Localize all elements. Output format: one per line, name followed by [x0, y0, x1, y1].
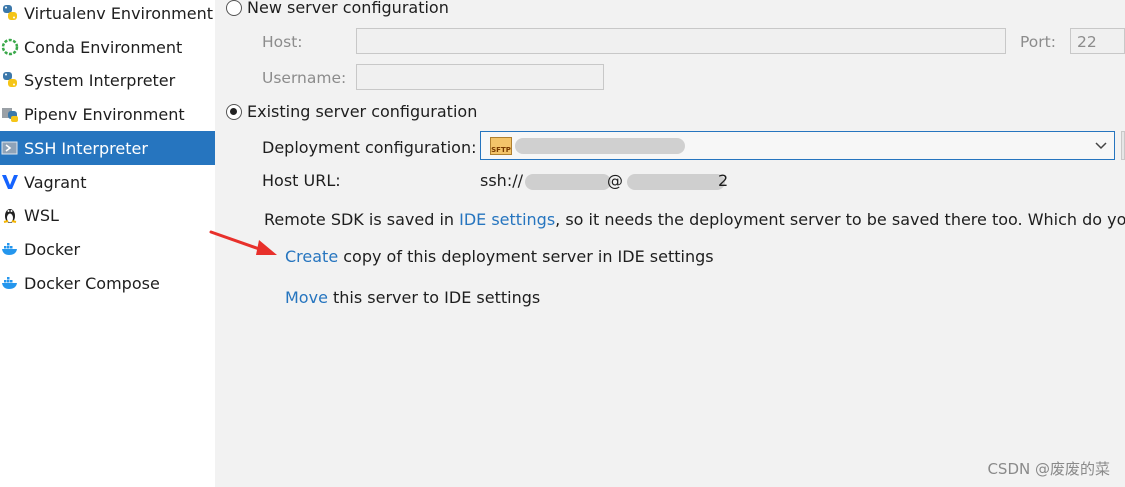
sidebar-item-label: Docker Compose	[24, 273, 160, 293]
sidebar-item-ssh-interpreter[interactable]: SSH Interpreter	[0, 131, 215, 165]
sidebar-item-system-interpreter[interactable]: System Interpreter	[0, 63, 215, 97]
create-link[interactable]: Create	[285, 247, 338, 266]
host-url-prefix: ssh://	[480, 171, 523, 190]
host-url-suffix: 2	[718, 171, 729, 190]
host-label: Host:	[262, 33, 303, 51]
sidebar-item-wsl[interactable]: WSL	[0, 198, 215, 232]
username-label: Username:	[262, 69, 347, 87]
ide-settings-link[interactable]: IDE settings	[459, 210, 555, 229]
new-server-radio[interactable]	[226, 0, 242, 16]
host-url-label: Host URL:	[262, 171, 341, 190]
sftp-icon: SFTP	[490, 137, 512, 155]
sidebar-item-label: Conda Environment	[24, 37, 183, 57]
redacted-deployment-name	[515, 138, 685, 154]
create-copy-option: Create copy of this deployment server in…	[285, 247, 714, 266]
pipenv-icon	[0, 104, 20, 124]
host-url-at: @	[607, 171, 623, 190]
annotation-arrow-icon	[209, 230, 277, 255]
new-server-label: New server configuration	[247, 0, 449, 17]
remote-sdk-message: Remote SDK is saved in IDE settings, so …	[264, 210, 1125, 229]
chevron-down-icon	[1094, 138, 1108, 156]
sidebar-item-label: System Interpreter	[24, 70, 176, 90]
docker-icon	[0, 239, 20, 259]
sidebar-item-label: SSH Interpreter	[24, 138, 148, 158]
sidebar-item-label: Virtualenv Environment	[24, 3, 213, 23]
sidebar-item-docker[interactable]: Docker	[0, 232, 215, 266]
python-icon	[0, 70, 20, 90]
sidebar-item-vagrant[interactable]: Vagrant	[0, 165, 215, 199]
move-link[interactable]: Move	[285, 288, 328, 307]
python-icon	[0, 3, 20, 23]
sidebar-item-label: Pipenv Environment	[24, 104, 185, 124]
vagrant-icon	[0, 172, 20, 192]
ssh-icon	[0, 138, 20, 158]
sidebar-item-docker-compose[interactable]: Docker Compose	[0, 266, 215, 300]
port-label: Port:	[1020, 33, 1056, 51]
existing-server-label: Existing server configuration	[247, 102, 478, 121]
ssh-interpreter-panel: New server configuration Host: Port: 22 …	[215, 0, 1125, 487]
username-input[interactable]	[356, 64, 604, 90]
sidebar-item-label: Docker	[24, 239, 81, 259]
sidebar-item-virtualenv[interactable]: Virtualenv Environment	[0, 0, 215, 30]
redacted-username	[525, 174, 611, 190]
watermark: CSDN @废废的菜	[987, 460, 1110, 478]
sidebar-item-label: Vagrant	[24, 172, 87, 192]
move-server-option: Move this server to IDE settings	[285, 288, 541, 307]
sidebar-item-label: WSL	[24, 205, 59, 225]
docker-icon	[0, 273, 20, 293]
port-input[interactable]: 22	[1070, 28, 1125, 54]
host-input[interactable]	[356, 28, 1006, 54]
interpreter-type-list: Virtualenv Environment Conda Environment…	[0, 0, 215, 487]
redacted-host	[627, 174, 725, 190]
sidebar-item-conda[interactable]: Conda Environment	[0, 30, 215, 64]
conda-icon	[0, 37, 20, 57]
sidebar-item-pipenv[interactable]: Pipenv Environment	[0, 97, 215, 131]
linux-penguin-icon	[0, 205, 20, 225]
configure-deployment-button[interactable]	[1121, 131, 1125, 160]
deployment-configuration-label: Deployment configuration:	[262, 138, 477, 157]
existing-server-radio[interactable]	[226, 104, 242, 120]
port-value: 22	[1077, 33, 1097, 51]
deployment-configuration-combobox[interactable]: SFTP	[480, 131, 1115, 160]
